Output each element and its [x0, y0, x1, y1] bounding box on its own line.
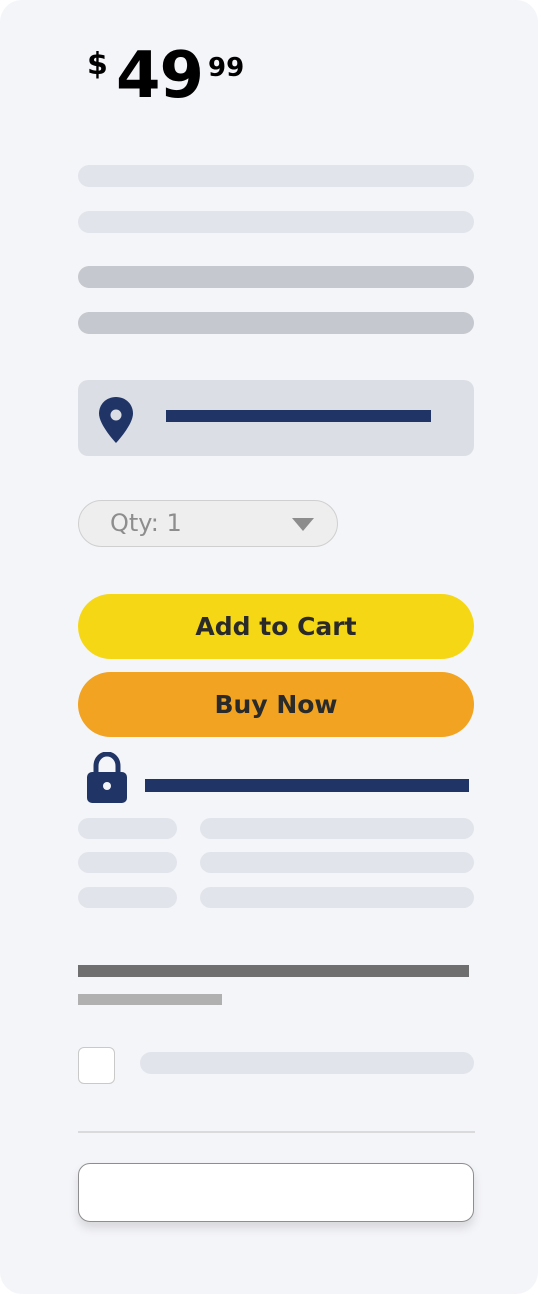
details-value-placeholder: [200, 818, 474, 839]
details-label-placeholder: [78, 852, 177, 873]
price-cents: 99: [208, 53, 245, 83]
product-buy-box: $ 49 99 Qty: 1 Add to Cart Buy Now: [0, 0, 538, 1294]
quantity-label: Qty: 1: [110, 509, 182, 537]
price-dollars: 49: [116, 39, 204, 113]
divider: [78, 1131, 475, 1133]
map-pin-icon: [98, 396, 134, 444]
text-input[interactable]: [78, 1163, 474, 1222]
details-value-placeholder: [200, 887, 474, 908]
price-currency-symbol: $: [87, 47, 108, 82]
details-label-placeholder: [78, 818, 177, 839]
details-label-placeholder: [78, 887, 177, 908]
delivery-location-text-placeholder: [166, 410, 431, 422]
description-line-placeholder: [78, 165, 474, 187]
chevron-down-icon: [292, 518, 314, 531]
option-checkbox[interactable]: [78, 1047, 115, 1084]
description-line-placeholder: [78, 266, 474, 288]
section-subheading-placeholder: [78, 994, 222, 1005]
section-heading-placeholder: [78, 965, 469, 977]
description-line-placeholder: [78, 211, 474, 233]
buy-now-button[interactable]: Buy Now: [78, 672, 474, 737]
checkbox-label-placeholder: [140, 1052, 474, 1074]
details-value-placeholder: [200, 852, 474, 873]
quantity-select[interactable]: Qty: 1: [78, 500, 338, 547]
lock-icon: [86, 751, 128, 804]
description-line-placeholder: [78, 312, 474, 334]
add-to-cart-button[interactable]: Add to Cart: [78, 594, 474, 659]
secure-transaction-text-placeholder: [145, 779, 469, 792]
